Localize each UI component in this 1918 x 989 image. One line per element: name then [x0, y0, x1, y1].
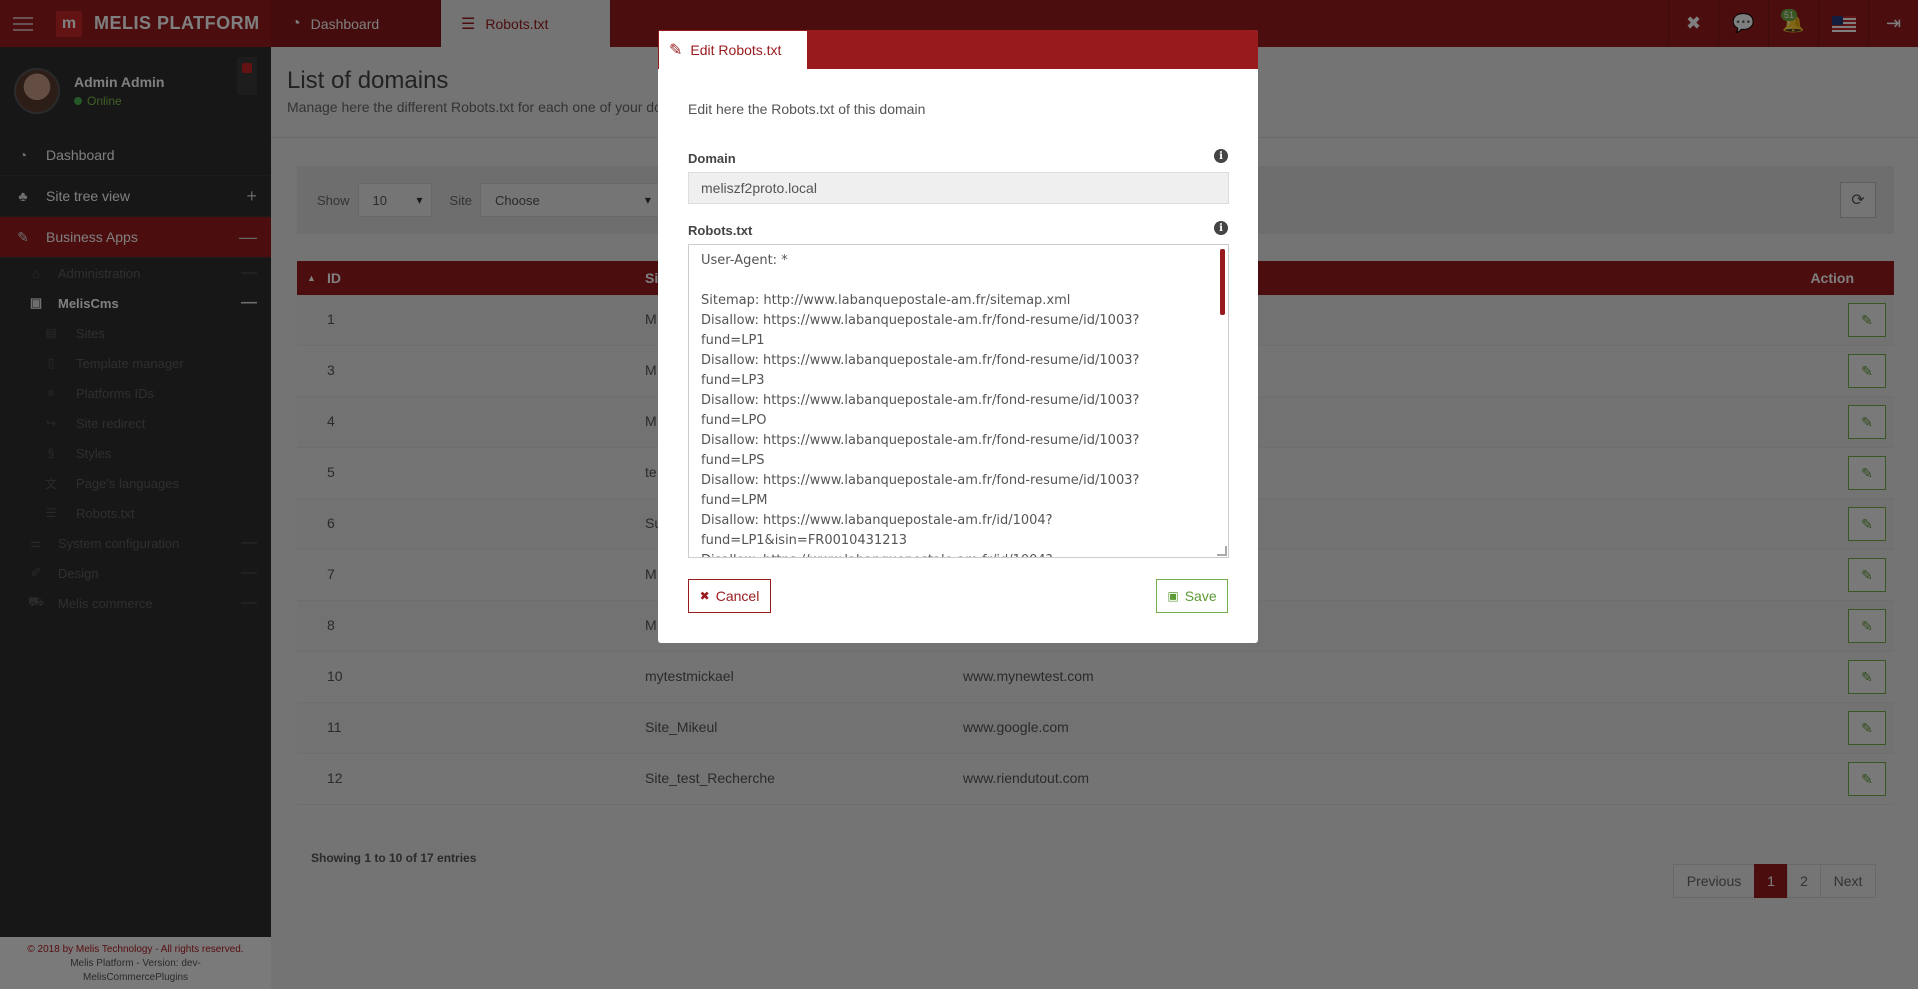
- modal-header: ✎ Edit Robots.txt: [658, 30, 1258, 69]
- resize-handle[interactable]: [1217, 546, 1227, 556]
- cancel-button[interactable]: ✖ Cancel: [688, 579, 771, 613]
- scrollbar-thumb[interactable]: [1220, 249, 1225, 315]
- info-icon[interactable]: i: [1214, 149, 1228, 163]
- info-icon[interactable]: i: [1214, 221, 1228, 235]
- domain-label: Domain: [688, 151, 736, 166]
- modal-tab[interactable]: ✎ Edit Robots.txt: [659, 31, 807, 69]
- close-icon: ✖: [699, 589, 710, 603]
- pencil-icon: ✎: [669, 42, 683, 59]
- edit-robots-modal: ✎ Edit Robots.txt Edit here the Robots.t…: [658, 30, 1258, 643]
- robots-textarea[interactable]: User-Agent: * Sitemap: http://www.labanq…: [688, 244, 1229, 558]
- modal-title: Edit Robots.txt: [690, 42, 782, 58]
- save-button[interactable]: ▣ Save: [1156, 579, 1228, 613]
- domain-field[interactable]: meliszf2proto.local: [688, 172, 1229, 204]
- robots-label: Robots.txt: [688, 223, 753, 238]
- modal-intro: Edit here the Robots.txt of this domain: [688, 101, 926, 117]
- save-icon: ▣: [1167, 589, 1179, 603]
- robots-content: User-Agent: * Sitemap: http://www.labanq…: [701, 253, 1140, 557]
